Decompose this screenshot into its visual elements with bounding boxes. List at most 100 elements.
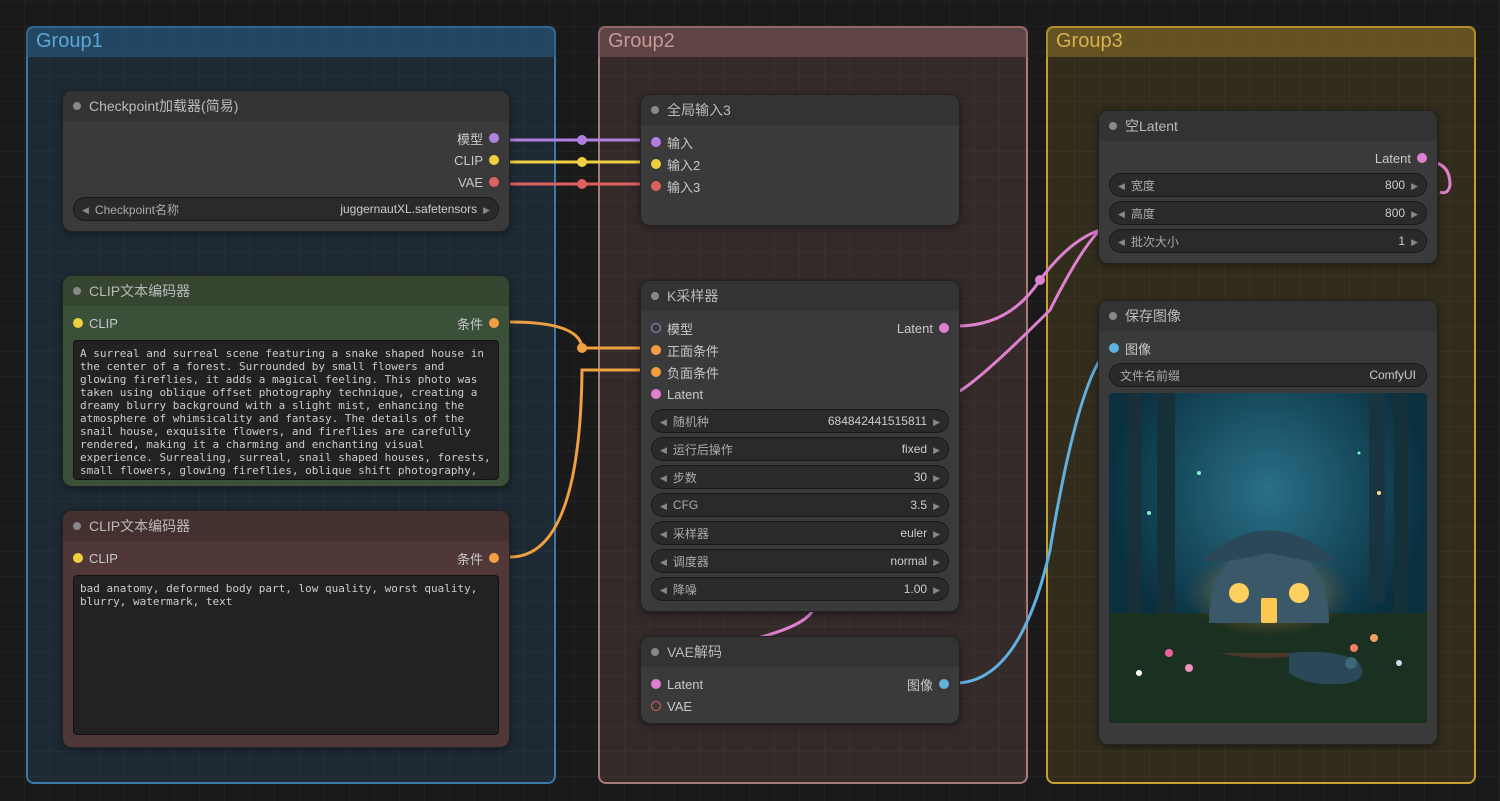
chevron-right-icon[interactable] [933,554,940,568]
port-icon[interactable] [73,318,83,328]
output-clip[interactable]: CLIP [63,149,509,171]
collapse-icon[interactable] [1109,122,1117,130]
input-latent[interactable]: Latent [641,383,959,405]
clip-positive-node[interactable]: CLIP文本编码器 CLIP 条件 A surreal and surreal … [62,275,510,487]
chevron-right-icon[interactable] [483,202,490,216]
prompt-textarea[interactable]: bad anatomy, deformed body part, low qua… [73,575,499,735]
vae-decode-node[interactable]: VAE解码 Latent 图像 VAE [640,636,960,724]
ksampler-widget-3[interactable]: CFG3.5 [651,493,949,517]
port-icon[interactable] [489,177,499,187]
global-input-node[interactable]: 全局输入3 输入 输入2 输入3 [640,94,960,226]
collapse-icon[interactable] [73,102,81,110]
chevron-left-icon[interactable] [660,526,667,540]
collapse-icon[interactable] [73,522,81,530]
node-header[interactable]: CLIP文本编码器 [63,511,509,541]
input-vae[interactable]: VAE [641,695,959,717]
chevron-right-icon[interactable] [1411,234,1418,248]
node-header[interactable]: CLIP文本编码器 [63,276,509,306]
input-1[interactable]: 输入 [641,131,959,153]
chevron-right-icon[interactable] [1411,178,1418,192]
port-icon[interactable] [651,389,661,399]
chevron-right-icon[interactable] [933,470,940,484]
node-title: CLIP文本编码器 [89,281,190,301]
port-icon[interactable] [651,345,661,355]
io-row-1: 模型 Latent [641,317,959,339]
chevron-left-icon[interactable] [660,498,667,512]
port-icon[interactable] [1417,153,1427,163]
port-icon[interactable] [1109,343,1119,353]
chevron-right-icon[interactable] [933,442,940,456]
ksampler-node[interactable]: K采样器 模型 Latent 正面条件 负面条件 Latent 随机种68484… [640,280,960,612]
save-image-node[interactable]: 保存图像 图像 文件名前缀ComfyUI [1098,300,1438,745]
collapse-icon[interactable] [651,648,659,656]
chevron-left-icon[interactable] [82,202,89,216]
generated-image-preview[interactable] [1109,393,1427,728]
collapse-icon[interactable] [651,106,659,114]
port-icon[interactable] [489,553,499,563]
port-icon[interactable] [651,367,661,377]
input-positive[interactable]: 正面条件 [641,339,959,361]
collapse-icon[interactable] [73,287,81,295]
port-icon[interactable] [651,137,661,147]
port-icon[interactable] [73,553,83,563]
node-header[interactable]: VAE解码 [641,637,959,667]
node-header[interactable]: K采样器 [641,281,959,311]
ksampler-widget-6[interactable]: 降噪1.00 [651,577,949,601]
checkpoint-loader-node[interactable]: Checkpoint加载器(简易) 模型 CLIP VAE Checkpoint… [62,90,510,232]
port-icon[interactable] [651,181,661,191]
port-icon[interactable] [489,133,499,143]
input-image[interactable]: 图像 [1099,337,1437,359]
filename-prefix-widget[interactable]: 文件名前缀ComfyUI [1109,363,1427,387]
empty-latent-widget-2[interactable]: 批次大小1 [1109,229,1427,253]
empty-latent-widget-0[interactable]: 宽度800 [1109,173,1427,197]
input-3[interactable]: 输入3 [641,175,959,197]
node-header[interactable]: 空Latent [1099,111,1437,141]
node-title: CLIP文本编码器 [89,516,190,536]
node-header[interactable]: 全局输入3 [641,95,959,125]
chevron-left-icon[interactable] [660,470,667,484]
port-icon[interactable] [939,323,949,333]
chevron-right-icon[interactable] [933,498,940,512]
chevron-right-icon[interactable] [933,582,940,596]
port-icon[interactable] [939,679,949,689]
output-model[interactable]: 模型 [63,127,509,149]
node-title: 保存图像 [1125,306,1181,326]
chevron-left-icon[interactable] [660,414,667,428]
collapse-icon[interactable] [1109,312,1117,320]
chevron-left-icon[interactable] [1118,178,1125,192]
node-header[interactable]: 保存图像 [1099,301,1437,331]
input-2[interactable]: 输入2 [641,153,959,175]
node-header[interactable]: Checkpoint加载器(简易) [63,91,509,121]
port-icon[interactable] [651,323,661,333]
ksampler-widget-4[interactable]: 采样器euler [651,521,949,545]
port-icon[interactable] [489,318,499,328]
output-vae[interactable]: VAE [63,171,509,193]
checkpoint-name-widget[interactable]: Checkpoint名称juggernautXL.safetensors [73,197,499,221]
chevron-right-icon[interactable] [1411,206,1418,220]
chevron-left-icon[interactable] [660,582,667,596]
empty-latent-node[interactable]: 空Latent Latent 宽度800 高度800 批次大小1 [1098,110,1438,264]
chevron-left-icon[interactable] [660,554,667,568]
node-title: 空Latent [1125,116,1178,136]
input-negative[interactable]: 负面条件 [641,361,959,383]
chevron-right-icon[interactable] [933,526,940,540]
empty-latent-widget-1[interactable]: 高度800 [1109,201,1427,225]
port-icon[interactable] [651,159,661,169]
port-icon[interactable] [651,701,661,711]
ksampler-widget-0[interactable]: 随机种684842441515811 [651,409,949,433]
collapse-icon[interactable] [651,292,659,300]
ksampler-widget-1[interactable]: 运行后操作fixed [651,437,949,461]
port-icon[interactable] [651,679,661,689]
ksampler-widget-5[interactable]: 调度器normal [651,549,949,573]
chevron-right-icon[interactable] [933,414,940,428]
output-latent[interactable]: Latent [1099,147,1437,169]
chevron-left-icon[interactable] [1118,234,1125,248]
ksampler-widget-2[interactable]: 步数30 [651,465,949,489]
chevron-left-icon[interactable] [660,442,667,456]
io-row: CLIP 条件 [63,312,509,334]
node-title: K采样器 [667,286,718,306]
clip-negative-node[interactable]: CLIP文本编码器 CLIP 条件 bad anatomy, deformed … [62,510,510,748]
port-icon[interactable] [489,155,499,165]
prompt-textarea[interactable]: A surreal and surreal scene featuring a … [73,340,499,480]
chevron-left-icon[interactable] [1118,206,1125,220]
